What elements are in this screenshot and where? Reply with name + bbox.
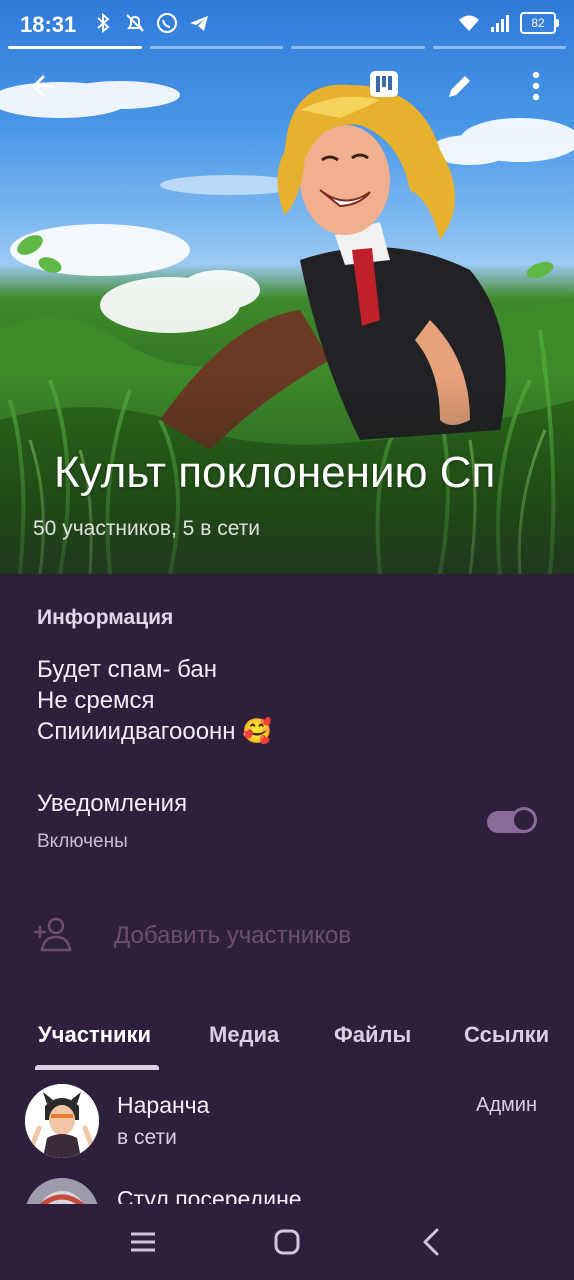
statistics-icon — [370, 71, 398, 97]
status-time: 18:31 — [20, 12, 77, 37]
tab-files[interactable]: Файлы — [334, 1022, 411, 1048]
description-line: Будет спам- бан — [37, 656, 217, 683]
description-line: Спиииидвагооонн 🥰 — [37, 718, 273, 745]
media-tabs: Участники Медиа Файлы Ссылки — [0, 1014, 574, 1074]
more-vert-icon — [532, 71, 540, 101]
tab-media[interactable]: Медиа — [209, 1022, 279, 1048]
info-section-label: Информация — [37, 606, 174, 629]
edit-button[interactable] — [436, 62, 484, 110]
tab-members[interactable]: Участники — [38, 1022, 151, 1048]
story-segment — [8, 46, 142, 49]
tab-links[interactable]: Ссылки — [464, 1022, 549, 1048]
screen: 18:31 82 Культ поклонению Сп 50 участник… — [0, 0, 574, 1280]
signal-icon — [491, 15, 509, 32]
top-action-bar — [0, 60, 574, 116]
more-options-button[interactable] — [512, 62, 560, 110]
group-title: Культ поклонению Сп — [54, 448, 496, 497]
wifi-icon — [459, 15, 479, 31]
story-segment — [432, 46, 566, 49]
telegram-icon — [188, 12, 210, 34]
recent-apps-button[interactable] — [123, 1222, 163, 1262]
avatar — [25, 1084, 99, 1158]
back-arrow-icon — [32, 75, 56, 97]
story-segment — [291, 46, 425, 49]
status-bar: 18:31 82 — [0, 0, 574, 48]
system-nav-bar — [0, 1204, 574, 1280]
member-status: в сети — [117, 1126, 177, 1149]
member-name: Наранча — [117, 1092, 210, 1118]
add-members-label: Добавить участников — [114, 922, 352, 949]
group-member-count: 50 участников, 5 в сети — [33, 517, 261, 540]
add-members-row[interactable]: Добавить участников — [0, 904, 574, 964]
notifications-label[interactable]: Уведомления — [37, 790, 187, 818]
notification-icons — [92, 12, 210, 34]
back-icon — [423, 1228, 439, 1256]
battery-icon: 82 — [520, 12, 559, 34]
statistics-button[interactable] — [360, 60, 408, 108]
member-row[interactable]: Наранча в сети Админ — [0, 1084, 574, 1170]
bell-off-icon — [124, 12, 146, 34]
edit-pencil-icon — [449, 76, 470, 97]
whatsapp-icon — [156, 12, 178, 34]
menu-icon — [131, 1232, 155, 1252]
add-person-icon — [34, 917, 72, 952]
story-segment — [149, 46, 283, 49]
description-line: Не сремся — [37, 687, 155, 714]
system-icons: 82 — [458, 12, 559, 34]
back-button[interactable] — [20, 62, 68, 110]
profile-content: Информация Будет спам- бан Не сремся Спи… — [0, 574, 574, 1252]
story-progress — [8, 46, 566, 50]
home-button[interactable] — [267, 1222, 307, 1262]
group-description[interactable]: Будет спам- бан Не сремся Спиииидвагооон… — [37, 654, 272, 747]
toggle-thumb — [511, 807, 537, 833]
bluetooth-icon — [92, 12, 114, 34]
notifications-status: Включены — [37, 831, 128, 852]
battery-level: 82 — [531, 16, 545, 30]
home-icon — [274, 1229, 300, 1255]
system-back-button[interactable] — [411, 1222, 451, 1262]
active-tab-indicator — [35, 1065, 159, 1070]
notifications-toggle[interactable] — [487, 806, 539, 836]
group-cover-image[interactable]: 18:31 82 Культ поклонению Сп 50 участник… — [0, 0, 574, 574]
member-role-badge: Админ — [476, 1094, 537, 1116]
